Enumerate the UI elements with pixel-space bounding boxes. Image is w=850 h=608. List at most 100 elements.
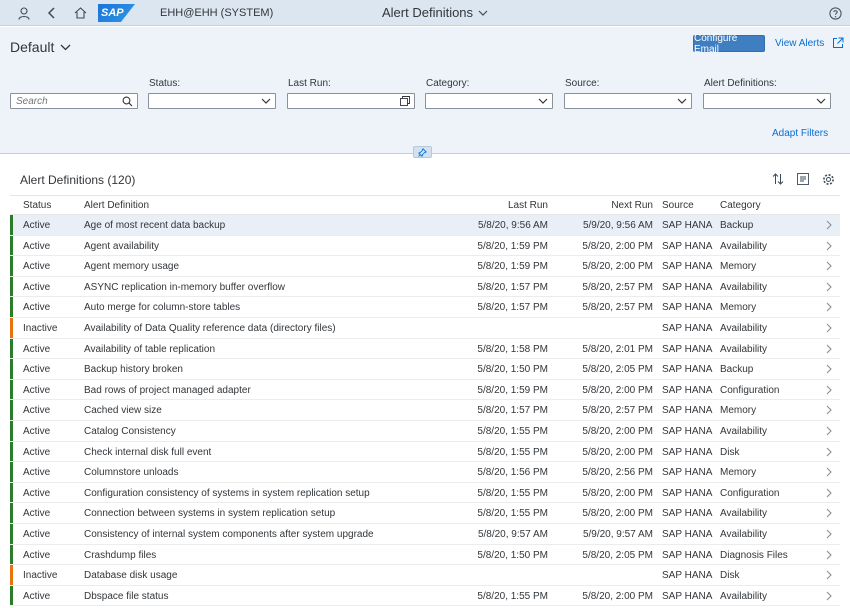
sort-icon[interactable] [771, 172, 785, 186]
table-row[interactable]: Active Configuration consistency of syste… [10, 482, 840, 504]
col-status[interactable]: Status [23, 200, 51, 211]
cell-alert-definition: Agent availability [84, 240, 160, 252]
last-run-filter-input[interactable] [287, 93, 415, 109]
source-filter-select[interactable] [564, 93, 692, 109]
chevron-right-icon[interactable] [825, 569, 833, 581]
chevron-right-icon[interactable] [825, 301, 833, 313]
table-row[interactable]: Active Availability of table replication 5… [10, 338, 840, 360]
cell-next-run: 5/8/20, 2:00 PM [582, 590, 653, 602]
category-filter-select[interactable] [425, 93, 553, 109]
back-icon[interactable] [43, 4, 61, 22]
cell-alert-definition: Columnstore unloads [84, 467, 179, 479]
table-title: Alert Definitions (120) [20, 173, 136, 187]
table-row[interactable]: Active Agent availability 5/8/20, 1:59 PM 5… [10, 235, 840, 257]
chevron-right-icon[interactable] [825, 466, 833, 478]
chevron-right-icon[interactable] [825, 590, 833, 602]
configure-email-button[interactable]: Configure Email [693, 33, 765, 55]
table-row[interactable]: Active Bad rows of project managed adapte… [10, 379, 840, 401]
view-alerts-link[interactable]: View Alerts [775, 38, 824, 49]
help-icon[interactable] [826, 4, 844, 22]
chevron-right-icon[interactable] [825, 487, 833, 499]
search-input[interactable]: Search [10, 93, 138, 109]
adapt-filters-link[interactable]: Adapt Filters [772, 128, 828, 139]
variant-selector[interactable]: Default [10, 39, 71, 55]
cell-last-run: 5/8/20, 1:50 PM [477, 364, 548, 376]
table-row[interactable]: Active Dbspace file status 5/8/20, 1:55 PM… [10, 585, 840, 607]
chevron-right-icon[interactable] [825, 528, 833, 540]
status-indicator [10, 585, 13, 606]
cell-next-run: 5/8/20, 2:01 PM [582, 343, 653, 355]
chevron-right-icon[interactable] [825, 507, 833, 519]
cell-next-run: 5/8/20, 2:57 PM [582, 302, 653, 314]
cell-next-run: 5/9/20, 9:56 AM [582, 220, 653, 231]
chevron-right-icon[interactable] [825, 219, 833, 231]
chevron-right-icon[interactable] [825, 322, 833, 334]
cell-category: Availability [720, 322, 768, 334]
table-row[interactable]: Active ASYNC replication in-memory buffer… [10, 276, 840, 298]
chevron-right-icon[interactable] [825, 446, 833, 458]
status-indicator [10, 420, 13, 441]
cell-category: Memory [720, 302, 757, 314]
table-row[interactable]: Active Columnstore unloads 5/8/20, 1:56 PM… [10, 462, 840, 483]
table-row[interactable]: Active Check internal disk full event 5/8/… [10, 441, 840, 463]
chevron-right-icon[interactable] [825, 343, 833, 355]
chevron-right-icon[interactable] [825, 281, 833, 293]
table-row[interactable]: Active Consistency of internal system com… [10, 523, 840, 545]
table-row[interactable]: Active Agent memory usage 5/8/20, 1:59 PM 5… [10, 256, 840, 277]
search-icon[interactable] [122, 96, 133, 107]
cell-source: SAP HANA [662, 446, 713, 458]
chevron-right-icon[interactable] [825, 404, 833, 416]
status-indicator [10, 317, 13, 338]
status-filter-select[interactable] [148, 93, 276, 109]
chevron-right-icon[interactable] [825, 384, 833, 396]
table-row[interactable]: Inactive Availability of Data Quality ref… [10, 317, 840, 339]
table-row[interactable]: Active Cached view size 5/8/20, 1:57 PM 5/8… [10, 400, 840, 421]
home-icon[interactable] [71, 4, 89, 22]
chevron-right-icon[interactable] [825, 425, 833, 437]
chevron-right-icon[interactable] [825, 363, 833, 375]
cell-alert-definition: ASYNC replication in-memory buffer overf… [84, 281, 286, 293]
status-indicator [10, 359, 13, 379]
cell-category: Availability [720, 528, 768, 540]
cell-alert-definition: Bad rows of project managed adapter [84, 384, 251, 396]
group-icon[interactable] [796, 172, 810, 186]
table-row[interactable]: Active Catalog Consistency 5/8/20, 1:55 PM… [10, 420, 840, 442]
chevron-down-icon [538, 98, 548, 104]
col-next-run[interactable]: Next Run [595, 200, 653, 211]
chevron-right-icon[interactable] [825, 260, 833, 272]
chevron-right-icon[interactable] [825, 240, 833, 252]
chevron-down-icon [60, 44, 71, 50]
cell-next-run: 5/8/20, 2:05 PM [582, 364, 653, 376]
table-row[interactable]: Active Connection between systems in syst… [10, 503, 840, 524]
cell-status: Active [23, 220, 51, 231]
col-category[interactable]: Category [720, 200, 761, 211]
status-indicator [10, 482, 13, 503]
pin-header-button[interactable] [413, 146, 432, 158]
table-row[interactable]: Active Age of most recent data backup 5/8/… [10, 215, 840, 236]
user-icon[interactable] [15, 4, 33, 22]
settings-gear-icon[interactable] [821, 172, 835, 186]
table-row[interactable]: Inactive Database disk usage SAP HANA Disk [10, 565, 840, 586]
value-help-icon[interactable] [400, 96, 410, 106]
share-icon[interactable] [832, 37, 844, 49]
cell-category: Backup [720, 364, 754, 376]
table-row[interactable]: Active Crashdump files 5/8/20, 1:50 PM 5/8/… [10, 544, 840, 566]
col-alert-definition[interactable]: Alert Definition [84, 200, 149, 211]
cell-alert-definition: Check internal disk full event [84, 446, 212, 458]
col-last-run[interactable]: Last Run [490, 200, 548, 211]
app-title-menu[interactable]: Alert Definitions [382, 5, 488, 20]
sap-logo[interactable]: SAP [98, 4, 135, 22]
col-source[interactable]: Source [662, 200, 694, 211]
table-row[interactable]: Active Backup history broken 5/8/20, 1:50 … [10, 359, 840, 380]
cell-alert-definition: Cached view size [84, 405, 162, 417]
chevron-down-icon [261, 98, 271, 104]
table-row[interactable]: Active Auto merge for column-store tables… [10, 297, 840, 318]
status-indicator [10, 400, 13, 420]
last-run-filter-label: Last Run: [288, 78, 331, 89]
alert-definitions-filter-select[interactable] [703, 93, 831, 109]
cell-last-run: 5/8/20, 1:56 PM [477, 467, 548, 479]
cell-next-run: 5/8/20, 2:56 PM [582, 467, 653, 479]
cell-status: Active [23, 302, 51, 314]
chevron-right-icon[interactable] [825, 549, 833, 561]
cell-source: SAP HANA [662, 281, 713, 293]
